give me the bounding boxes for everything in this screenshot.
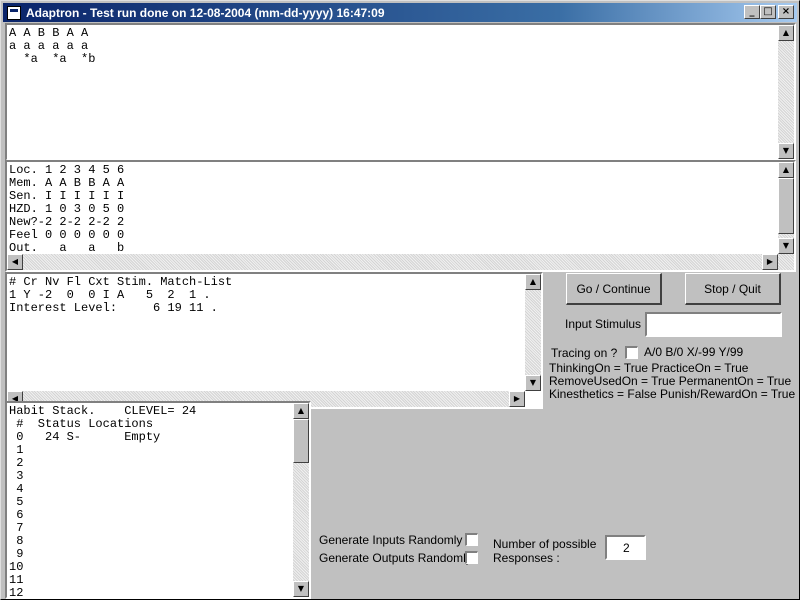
match-list-text: # Cr Nv Fl Cxt Stim. Match-List 1 Y -2 0… (9, 275, 233, 315)
window-controls: _ □ × (744, 5, 794, 19)
memory-table-text: Loc. 1 2 3 4 5 6 Mem. A A B B A A Sen. I… (9, 163, 125, 255)
flags-line-3: Kinesthetics = False Punish/RewardOn = T… (549, 387, 796, 401)
match-list-box[interactable]: # Cr Nv Fl Cxt Stim. Match-List 1 Y -2 0… (5, 272, 543, 409)
gen-inputs-label: Generate Inputs Randomly ? (319, 533, 473, 547)
input-stimulus-label: Input Stimulus : (565, 317, 648, 331)
habit-stack-box[interactable]: Habit Stack. CLEVEL= 24 # Status Locatio… (5, 401, 311, 599)
scroll-down-arrow-icon[interactable]: ▼ (778, 143, 794, 159)
scroll-thumb[interactable] (293, 419, 309, 463)
gen-outputs-label: Generate Outputs Randomly? (319, 551, 479, 565)
habit-stack-text: Habit Stack. CLEVEL= 24 # Status Locatio… (9, 404, 197, 599)
scroll-thumb[interactable] (778, 178, 794, 234)
top-output-text: A A B B A A a a a a a a *a *a *b (9, 26, 96, 66)
minimize-button[interactable]: _ (744, 5, 760, 19)
gen-outputs-checkbox[interactable] (465, 551, 478, 564)
stop-quit-button[interactable]: Stop / Quit (685, 273, 781, 305)
scroll-right-arrow-icon[interactable]: ▶ (762, 254, 778, 270)
memory-table-box[interactable]: Loc. 1 2 3 4 5 6 Mem. A A B B A A Sen. I… (5, 160, 796, 272)
scroll-down-arrow-icon[interactable]: ▼ (525, 375, 541, 391)
memory-table-hscroll[interactable]: ◀ ▶ (7, 254, 794, 270)
scroll-down-arrow-icon[interactable]: ▼ (778, 238, 794, 254)
num-responses-label-1: Number of possible (493, 537, 597, 551)
scroll-down-arrow-icon[interactable]: ▼ (293, 581, 309, 597)
gen-inputs-checkbox[interactable] (465, 533, 478, 546)
window-title: Adaptron - Test run done on 12-08-2004 (… (26, 5, 385, 20)
tracing-options-text: A/0 B/0 X/-99 Y/99 (644, 345, 744, 359)
app-window: Adaptron - Test run done on 12-08-2004 (… (0, 0, 800, 600)
scroll-right-arrow-icon[interactable]: ▶ (509, 391, 525, 407)
title-bar[interactable]: Adaptron - Test run done on 12-08-2004 (… (3, 3, 797, 22)
tracing-checkbox[interactable] (625, 346, 638, 359)
match-list-vscroll[interactable]: ▲ ▼ (525, 274, 541, 391)
num-responses-field[interactable]: 2 (605, 535, 646, 560)
scroll-up-arrow-icon[interactable]: ▲ (525, 274, 541, 290)
scroll-up-arrow-icon[interactable]: ▲ (778, 25, 794, 41)
tracing-label: Tracing on ? (551, 346, 618, 360)
input-stimulus-field[interactable] (645, 312, 782, 337)
go-continue-button[interactable]: Go / Continue (566, 273, 662, 305)
num-responses-label-2: Responses : (493, 551, 560, 565)
habit-stack-vscroll[interactable]: ▲ ▼ (293, 403, 309, 597)
scroll-up-arrow-icon[interactable]: ▲ (293, 403, 309, 419)
flags-line-2: RemoveUsedOn = True PermanentOn = True (549, 374, 792, 388)
flags-line-1: ThinkingOn = True PracticeOn = True (549, 361, 749, 375)
top-output-vscroll[interactable]: ▲ ▼ (778, 25, 794, 159)
scroll-up-arrow-icon[interactable]: ▲ (778, 162, 794, 178)
memory-table-vscroll[interactable]: ▲ ▼ (778, 162, 794, 254)
scroll-left-arrow-icon[interactable]: ◀ (7, 254, 23, 270)
app-icon[interactable] (7, 5, 21, 20)
close-button[interactable]: × (778, 5, 794, 19)
maximize-button[interactable]: □ (760, 5, 776, 19)
top-output-box[interactable]: A A B B A A a a a a a a *a *a *b ▲ ▼ (5, 23, 796, 161)
